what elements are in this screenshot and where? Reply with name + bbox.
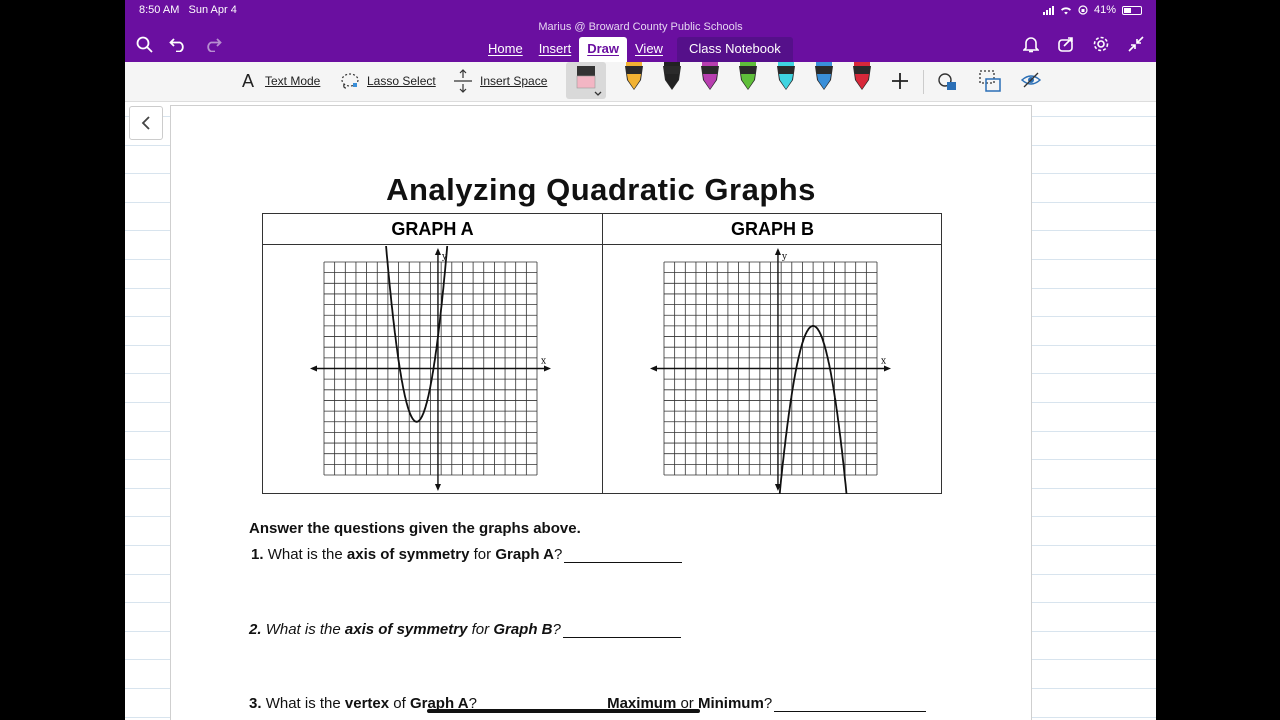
graph-b: xy (650, 248, 891, 494)
rotation-lock-icon (1078, 5, 1088, 15)
tab-draw[interactable]: Draw (579, 37, 627, 62)
text-icon: A (241, 70, 254, 91)
x-axis-label: x (881, 357, 886, 367)
tab-view[interactable]: View (627, 37, 671, 62)
title-bar: 8:50 AM Sun Apr 4 41% Marius @ Broward C… (125, 0, 1156, 62)
insert-space-icon (452, 69, 474, 93)
pen-7[interactable] (852, 62, 872, 92)
eraser-tool[interactable] (566, 62, 606, 99)
bell-icon[interactable] (1020, 34, 1042, 54)
worksheet-title: Analyzing Quadratic Graphs (386, 172, 816, 207)
arrow-up (434, 248, 441, 255)
pen-4[interactable] (738, 62, 758, 92)
page-canvas[interactable]: Analyzing Quadratic Graphs GRAPH A GRAPH… (125, 102, 1156, 720)
lasso-select-tool[interactable]: Lasso Select (339, 70, 436, 92)
search-icon[interactable] (133, 34, 155, 54)
window-title: Marius @ Broward County Public Schools (538, 21, 743, 33)
arrow-left (650, 365, 657, 372)
question-1: 1. What is the axis of symmetry for Grap… (251, 546, 683, 563)
back-button[interactable] (129, 106, 163, 140)
graph-table: GRAPH A GRAPH B xy xy (262, 213, 942, 494)
add-pen-button[interactable] (889, 70, 911, 92)
status-time: 8:50 AM Sun Apr 4 (139, 4, 237, 16)
answer-blank-3b[interactable] (774, 698, 927, 712)
status-indicators: 41% (1042, 4, 1142, 16)
cellular-icon (1042, 5, 1054, 15)
parabola (778, 325, 848, 494)
ink-stroke (427, 709, 700, 713)
pen-2[interactable] (662, 62, 682, 92)
shapes-icon[interactable] (937, 71, 959, 93)
ribbon-divider (923, 70, 924, 94)
ribbon-tabs: Home Insert Draw View Class Notebook (480, 37, 793, 62)
insert-space-tool[interactable]: Insert Space (452, 69, 548, 93)
undo-icon[interactable] (167, 34, 189, 54)
insert-space-label: Insert Space (480, 74, 548, 88)
collapse-icon[interactable] (1125, 34, 1147, 54)
gear-icon[interactable] (1090, 34, 1112, 54)
graph-b-header: GRAPH B (603, 214, 942, 245)
tab-class-notebook[interactable]: Class Notebook (676, 37, 793, 62)
pen-3[interactable] (700, 62, 720, 92)
y-axis-label: y (781, 252, 788, 262)
pen-5[interactable] (776, 62, 796, 92)
tab-insert[interactable]: Insert (531, 37, 580, 62)
lasso-select-label: Lasso Select (367, 74, 436, 88)
arrow-left (310, 365, 317, 372)
graph-a: xy (310, 246, 551, 491)
battery-icon (1122, 5, 1142, 15)
arrow-up (774, 248, 781, 255)
pen-1[interactable] (624, 62, 644, 92)
x-axis-label: x (541, 357, 546, 367)
ink-replay-icon[interactable] (1020, 70, 1042, 90)
chevron-left-icon (141, 116, 150, 130)
redo-icon[interactable] (202, 34, 224, 54)
worksheet-page: Analyzing Quadratic Graphs GRAPH A GRAPH… (170, 105, 1032, 720)
answer-blank-2[interactable] (562, 624, 681, 638)
wifi-icon (1060, 6, 1071, 14)
share-icon[interactable] (1055, 34, 1077, 54)
lasso-icon (339, 70, 361, 92)
ipad-screen: 8:50 AM Sun Apr 4 41% Marius @ Broward C… (125, 0, 1156, 720)
pen-6[interactable] (814, 62, 834, 92)
draw-ribbon: A Text Mode Lasso Select Insert Space (125, 62, 1156, 102)
text-mode-label: Text Mode (265, 74, 321, 88)
graph-a-header: GRAPH A (263, 214, 602, 245)
instructions: Answer the questions given the graphs ab… (249, 520, 581, 537)
tab-home[interactable]: Home (480, 37, 531, 62)
arrow-down (434, 484, 441, 491)
question-2: 2. What is the axis of symmetry for Grap… (249, 621, 681, 638)
text-mode-tool[interactable]: A Text Mode (237, 70, 320, 92)
battery-percent: 41% (1093, 4, 1116, 16)
answer-blank-1[interactable] (564, 549, 683, 563)
ink-to-shape-icon[interactable] (978, 69, 1002, 93)
